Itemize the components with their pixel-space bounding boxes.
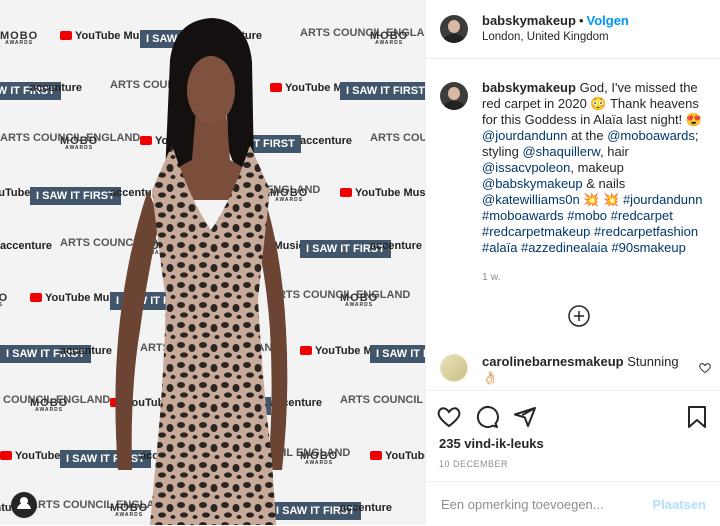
caption-username[interactable]: babskymakeup — [482, 80, 576, 95]
add-comment-bar: Plaatsen — [425, 481, 720, 526]
caption-tag-link[interactable]: @katewilliams0n — [482, 192, 580, 207]
caption-tag-link[interactable]: #moboawards — [482, 208, 564, 223]
caption-text-segment: at the — [567, 128, 608, 143]
caption-tag-link[interactable]: #redcarpetfashion — [594, 224, 698, 239]
caption: babskymakeup God, I've missed the red ca… — [440, 80, 715, 285]
plus-circle-icon[interactable] — [568, 305, 590, 327]
comment-like-heart-icon[interactable] — [699, 362, 711, 374]
caption-text-segment: 💥 💥 — [579, 192, 623, 207]
caption-tag-link[interactable]: #redcarpet — [611, 208, 673, 223]
commenter-avatar[interactable] — [440, 354, 468, 382]
commenter-username[interactable]: carolinebarnesmakeup — [482, 354, 624, 369]
caption-tag-link[interactable]: #alaïa — [482, 240, 517, 255]
post-comment-button[interactable]: Plaatsen — [653, 497, 706, 512]
caption-tag-link[interactable]: @babskymakeup — [482, 176, 583, 191]
caption-tag-link[interactable]: #mobo — [567, 208, 607, 223]
author-username[interactable]: babskymakeup — [482, 13, 576, 28]
author-avatar[interactable] — [440, 15, 468, 43]
caption-tag-link[interactable]: @jourdandunn — [482, 128, 567, 143]
caption-tag-link[interactable]: #jourdandunn — [623, 192, 703, 207]
post-date: 10 DECEMBER — [439, 459, 509, 469]
caption-tag-link[interactable]: @moboawards — [607, 128, 695, 143]
like-count[interactable]: 235 vind-ik-leuks — [439, 436, 544, 451]
caption-text-segment: , hair — [599, 144, 629, 159]
post-location[interactable]: London, United Kingdom — [482, 29, 629, 45]
model-figure — [115, 18, 288, 525]
caption-text: God, I've missed the red carpet in 2020 … — [482, 80, 702, 255]
post-photo[interactable]: MOBOAWARDSYouTube MusicI SAW IT FIRSTacc… — [0, 0, 425, 525]
caption-tag-link[interactable]: @shaquillerw — [522, 144, 600, 159]
comment-input[interactable] — [439, 495, 653, 513]
share-icon[interactable] — [513, 405, 537, 429]
caption-author-avatar[interactable] — [440, 82, 468, 110]
tagged-user-icon[interactable] — [11, 492, 37, 518]
caption-tag-link[interactable]: @issacvpoleon — [482, 160, 570, 175]
heart-icon[interactable] — [437, 405, 461, 429]
post-header: babskymakeup • Volgen London, United Kingd… — [426, 0, 720, 59]
follow-button[interactable]: Volgen — [587, 13, 629, 28]
comment-icon[interactable] — [475, 405, 499, 429]
caption-tag-link[interactable]: #azzedinealaia — [521, 240, 608, 255]
caption-time[interactable]: 1 w. — [482, 269, 712, 285]
caption-tag-link[interactable]: #redcarpetmakeup — [482, 224, 590, 239]
caption-tag-link[interactable]: #90smakeup — [611, 240, 685, 255]
caption-text-segment: , makeup — [570, 160, 624, 175]
caption-text-segment: & nails — [582, 176, 626, 191]
comment-item: carolinebarnesmakeup Stunning 👌🏻 — [440, 354, 710, 386]
separator-dot: • — [578, 13, 584, 28]
bookmark-icon[interactable] — [686, 405, 708, 429]
instagram-post: MOBOAWARDSYouTube MusicI SAW IT FIRSTacc… — [0, 0, 720, 525]
action-bar: 235 vind-ik-leuks 10 DECEMBER Plaatsen — [425, 390, 720, 525]
